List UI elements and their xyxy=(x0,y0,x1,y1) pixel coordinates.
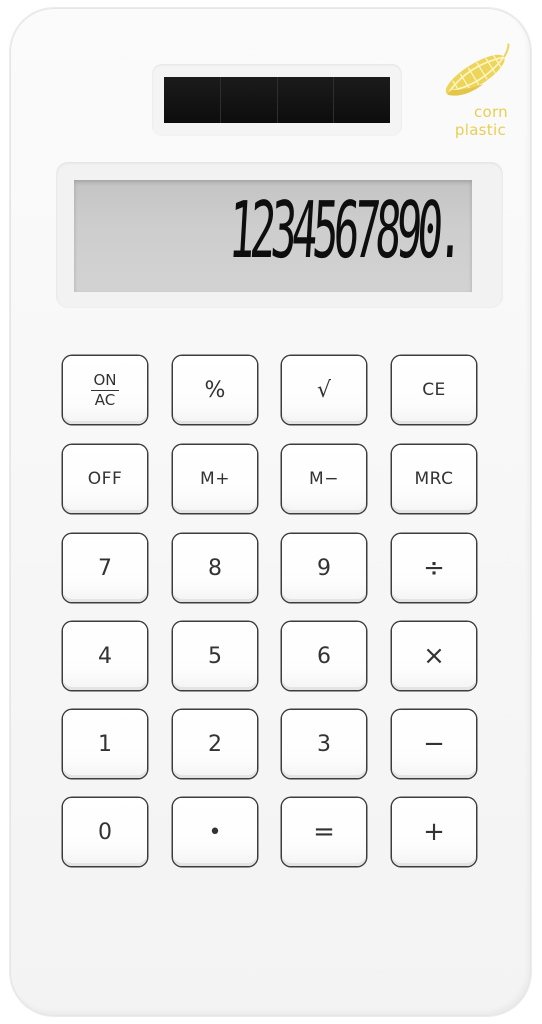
decimal-point-icon: • xyxy=(208,819,222,845)
digit-7-button[interactable]: 7 xyxy=(63,534,147,602)
digit-3-label: 3 xyxy=(317,731,331,757)
equals-button[interactable]: = xyxy=(282,798,366,866)
memory-plus-label: M+ xyxy=(200,469,230,489)
multiply-icon: × xyxy=(423,641,445,671)
memory-recall-button[interactable]: MRC xyxy=(392,445,476,513)
digit-5-label: 5 xyxy=(208,643,222,669)
divide-icon: ÷ xyxy=(423,553,445,583)
ce-button[interactable]: CE xyxy=(392,356,476,424)
memory-minus-button[interactable]: M− xyxy=(282,445,366,513)
plus-icon: + xyxy=(423,817,445,847)
digit-4-button[interactable]: 4 xyxy=(63,622,147,690)
ac-label: AC xyxy=(94,390,116,409)
digit-4-label: 4 xyxy=(98,643,112,669)
digit-2-button[interactable]: 2 xyxy=(173,710,257,778)
solar-panel-frame xyxy=(152,64,402,136)
minus-button[interactable]: − xyxy=(392,710,476,778)
minus-icon: − xyxy=(423,729,445,759)
digit-0-button[interactable]: 0 xyxy=(63,798,147,866)
decimal-point-button[interactable]: • xyxy=(173,798,257,866)
lcd-display: 1234567890. xyxy=(74,180,472,292)
multiply-button[interactable]: × xyxy=(392,622,476,690)
digit-9-button[interactable]: 9 xyxy=(282,534,366,602)
percent-button[interactable]: % xyxy=(173,356,257,424)
corn-plastic-logo: corn plastic xyxy=(424,42,524,152)
logo-text-corn: corn xyxy=(473,103,508,121)
display-frame: 1234567890. xyxy=(56,162,503,308)
memory-plus-button[interactable]: M+ xyxy=(173,445,257,513)
digit-3-button[interactable]: 3 xyxy=(282,710,366,778)
divide-button[interactable]: ÷ xyxy=(392,534,476,602)
square-root-button[interactable]: √ xyxy=(282,356,366,424)
ce-label: CE xyxy=(422,380,446,400)
digit-2-label: 2 xyxy=(208,731,222,757)
solar-cell xyxy=(220,77,278,123)
solar-cell xyxy=(164,77,221,123)
digit-8-button[interactable]: 8 xyxy=(173,534,257,602)
digit-1-label: 1 xyxy=(98,731,112,757)
digit-7-label: 7 xyxy=(98,555,112,581)
solar-cell xyxy=(277,77,335,123)
digit-0-label: 0 xyxy=(98,819,112,845)
digit-5-button[interactable]: 5 xyxy=(173,622,257,690)
off-label: OFF xyxy=(87,469,123,489)
calculator-body: corn plastic 1234567890. ON AC % √ CE OF… xyxy=(10,8,531,1016)
on-ac-button[interactable]: ON AC xyxy=(63,356,147,424)
corn-cob-icon xyxy=(445,43,510,96)
digit-6-label: 6 xyxy=(317,643,331,669)
square-root-icon: √ xyxy=(316,377,332,403)
digit-9-label: 9 xyxy=(317,555,331,581)
memory-recall-label: MRC xyxy=(414,469,454,489)
memory-minus-label: M− xyxy=(309,469,339,489)
plus-button[interactable]: + xyxy=(392,798,476,866)
equals-icon: = xyxy=(313,817,335,847)
logo-text-plastic: plastic xyxy=(454,121,506,139)
solar-cell xyxy=(334,77,390,123)
solar-panel xyxy=(164,77,390,123)
digit-8-label: 8 xyxy=(208,555,222,581)
percent-label: % xyxy=(204,377,226,403)
on-label: ON xyxy=(91,370,119,391)
digit-6-button[interactable]: 6 xyxy=(282,622,366,690)
display-value: 1234567890. xyxy=(227,186,462,276)
digit-1-button[interactable]: 1 xyxy=(63,710,147,778)
off-button[interactable]: OFF xyxy=(63,445,147,513)
